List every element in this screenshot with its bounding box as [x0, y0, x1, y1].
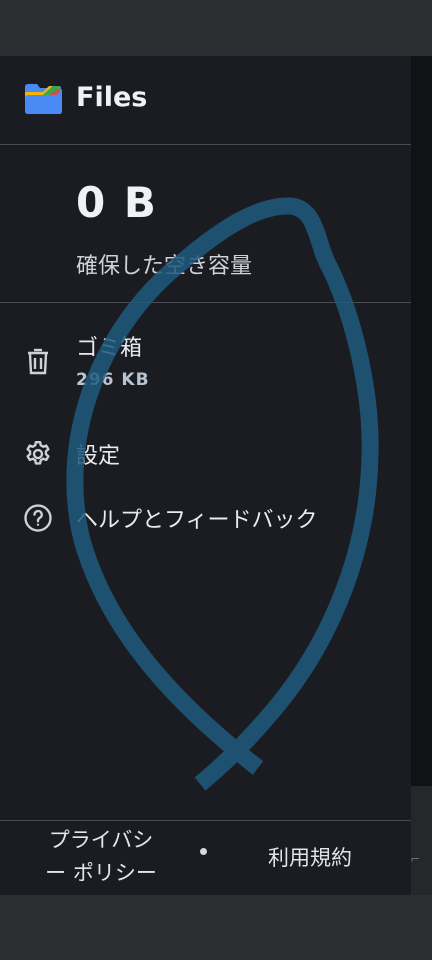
trash-icon: [22, 346, 54, 378]
help-circle-icon: [22, 502, 54, 534]
menu-item-settings-label: 設定: [76, 444, 121, 469]
files-logo-icon: [25, 84, 62, 114]
gear-icon: [22, 438, 54, 470]
menu-item-settings[interactable]: 設定: [0, 426, 411, 482]
status-bar: [0, 0, 432, 56]
drawer-header: Files: [0, 56, 411, 144]
menu-item-help[interactable]: ヘルプとフィードバック: [0, 492, 411, 548]
navigation-drawer: Files 0 B 確保した空き容量 ゴミ箱 296 KB 設定 ヘルプとフィー…: [0, 56, 411, 895]
drawer-footer: プライバシ ー ポリシー 利用規約: [0, 822, 411, 895]
menu-item-trash-label: ゴミ箱: [76, 336, 143, 361]
terms-of-service-link[interactable]: 利用規約: [240, 842, 380, 875]
system-navigation-bar: [0, 895, 432, 960]
freed-storage-size: 0 B: [76, 178, 158, 227]
scrim-edge[interactable]: [411, 56, 432, 895]
menu-item-trash-size: 296 KB: [76, 370, 150, 390]
header-divider: [0, 144, 411, 145]
privacy-policy-line1: プライバシ: [48, 828, 154, 852]
footer-divider: [0, 820, 411, 821]
menu-item-trash[interactable]: ゴミ箱 296 KB: [0, 322, 411, 402]
storage-divider: [0, 302, 411, 303]
privacy-policy-link[interactable]: プライバシ ー ポリシー: [28, 824, 174, 890]
scrim-edge-lower: [411, 786, 432, 895]
edge-chevron-icon: ⌐: [410, 852, 421, 866]
app-title: Files: [76, 82, 148, 113]
menu-item-help-label: ヘルプとフィードバック: [76, 508, 318, 533]
privacy-policy-line2: ー ポリシー: [45, 861, 157, 885]
freed-storage-caption: 確保した空き容量: [76, 254, 253, 279]
footer-separator-dot: [200, 848, 207, 855]
